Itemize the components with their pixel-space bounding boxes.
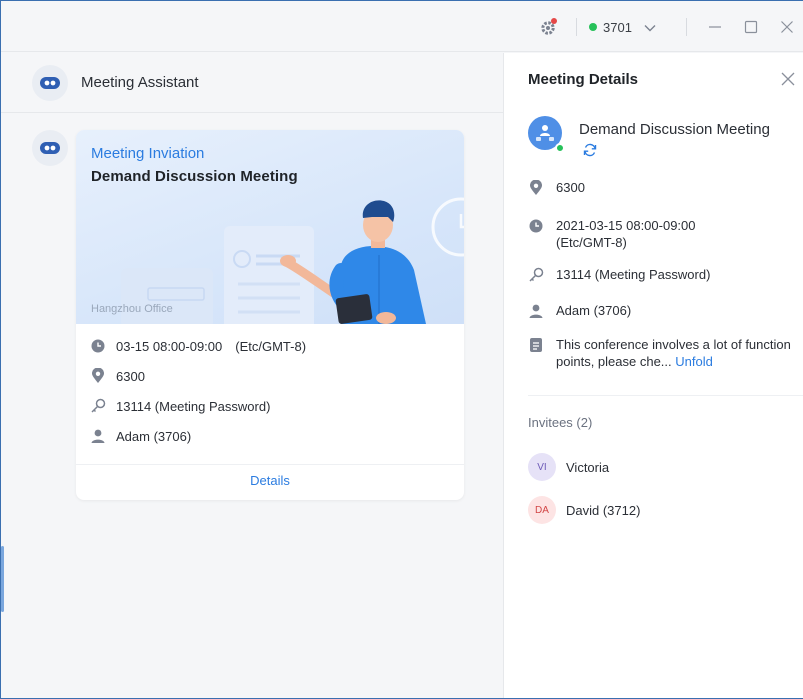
minimize-icon xyxy=(709,26,721,28)
details-divider xyxy=(528,395,803,396)
invitee-item[interactable]: VI Victoria xyxy=(528,453,609,481)
close-window-button[interactable] xyxy=(774,14,800,40)
location-pin-icon xyxy=(90,368,106,384)
chat-panel: Meeting Assistant Meeting Inviation Dema… xyxy=(1,53,503,698)
card-password-row: 13114 (Meeting Password) xyxy=(90,397,270,415)
message-bot-avatar xyxy=(32,130,68,166)
chat-header: Meeting Assistant xyxy=(1,53,503,113)
person-icon xyxy=(90,428,106,444)
details-host-row: Adam (3706) xyxy=(528,302,796,319)
details-time: 2021-03-15 08:00-09:00 (Etc/GMT-8) xyxy=(556,218,709,250)
details-meeting-name-text: Demand Discussion Meeting xyxy=(579,121,770,138)
clock-icon xyxy=(90,338,106,354)
card-banner: Meeting Inviation Demand Discussion Meet… xyxy=(76,130,464,324)
card-time: 03-15 08:00-09:00 (Etc/GMT-8) xyxy=(116,338,307,354)
titlebar-separator xyxy=(686,18,687,36)
close-icon xyxy=(781,72,795,86)
titlebar-separator xyxy=(576,18,577,36)
card-time-row: 03-15 08:00-09:00 (Etc/GMT-8) xyxy=(90,337,306,355)
card-room: 6300 xyxy=(116,368,145,384)
meeting-online-dot xyxy=(555,143,565,153)
settings-gear-icon[interactable] xyxy=(539,17,559,37)
invitee-avatar: DA xyxy=(528,496,556,524)
invitee-avatar: VI xyxy=(528,453,556,481)
meeting-details-panel: Meeting Details Demand Discussion Meetin… xyxy=(503,53,803,698)
robot-icon xyxy=(40,77,60,89)
app-window: 3701 Meeting Assistant Meeting Inviation… xyxy=(0,0,803,699)
group-meeting-icon xyxy=(536,125,554,141)
card-office-label: Hangzhou Office xyxy=(91,303,173,315)
card-host-row: Adam (3706) xyxy=(90,427,191,445)
panel-resize-handle[interactable] xyxy=(1,546,4,612)
maximize-button[interactable] xyxy=(738,14,764,40)
meeting-invitation-card[interactable]: Meeting Inviation Demand Discussion Meet… xyxy=(76,130,464,500)
assistant-bot-avatar xyxy=(32,65,68,101)
details-time-row: 2021-03-15 08:00-09:00 (Etc/GMT-8) xyxy=(528,217,796,251)
invitee-name: Victoria xyxy=(566,459,610,475)
card-meeting-title: Demand Discussion Meeting xyxy=(91,168,298,185)
sync-icon[interactable] xyxy=(583,142,597,163)
robot-icon xyxy=(40,142,60,154)
account-number: 3701 xyxy=(603,19,632,35)
details-description-row: This conference involves a lot of functi… xyxy=(528,336,796,370)
card-password: 13114 (Meeting Password) xyxy=(116,398,271,414)
details-meeting-name: Demand Discussion Meeting xyxy=(579,119,779,163)
title-bar: 3701 xyxy=(1,1,803,52)
invitees-label: Invitees (2) xyxy=(528,415,593,430)
card-info: 03-15 08:00-09:00 (Etc/GMT-8) 6300 13114… xyxy=(76,324,464,460)
online-status-dot xyxy=(589,23,597,31)
close-icon xyxy=(781,21,793,33)
details-description: This conference involves a lot of functi… xyxy=(556,336,792,370)
invitee-item[interactable]: DA David (3712) xyxy=(528,496,640,524)
details-link[interactable]: Details xyxy=(76,473,464,488)
account-status-selector[interactable]: 3701 xyxy=(589,18,656,36)
key-icon xyxy=(90,398,106,414)
clock-icon xyxy=(528,218,544,234)
details-password-row: 13114 (Meeting Password) xyxy=(528,266,796,283)
details-password: 13114 (Meeting Password) xyxy=(556,267,711,282)
card-room-row: 6300 xyxy=(90,367,145,385)
location-pin-icon xyxy=(528,180,544,196)
details-description-text: This conference involves a lot of functi… xyxy=(556,337,791,369)
person-icon xyxy=(528,303,544,319)
chat-title: Meeting Assistant xyxy=(81,74,199,91)
chevron-down-icon xyxy=(644,20,656,35)
card-kicker: Meeting Inviation xyxy=(91,145,205,162)
details-host: Adam (3706) xyxy=(556,303,632,318)
card-divider xyxy=(76,464,464,465)
unfold-link[interactable]: Unfold xyxy=(675,354,713,369)
minimize-button[interactable] xyxy=(702,14,728,40)
details-room-row: 6300 xyxy=(528,179,796,196)
maximize-icon xyxy=(744,20,758,34)
invitee-name: David (3712) xyxy=(566,502,641,518)
close-details-button[interactable] xyxy=(778,69,798,89)
details-room: 6300 xyxy=(556,180,585,195)
key-icon xyxy=(528,267,544,283)
document-icon xyxy=(528,337,544,353)
details-panel-title: Meeting Details xyxy=(528,71,639,88)
card-host: Adam (3706) xyxy=(116,428,192,444)
